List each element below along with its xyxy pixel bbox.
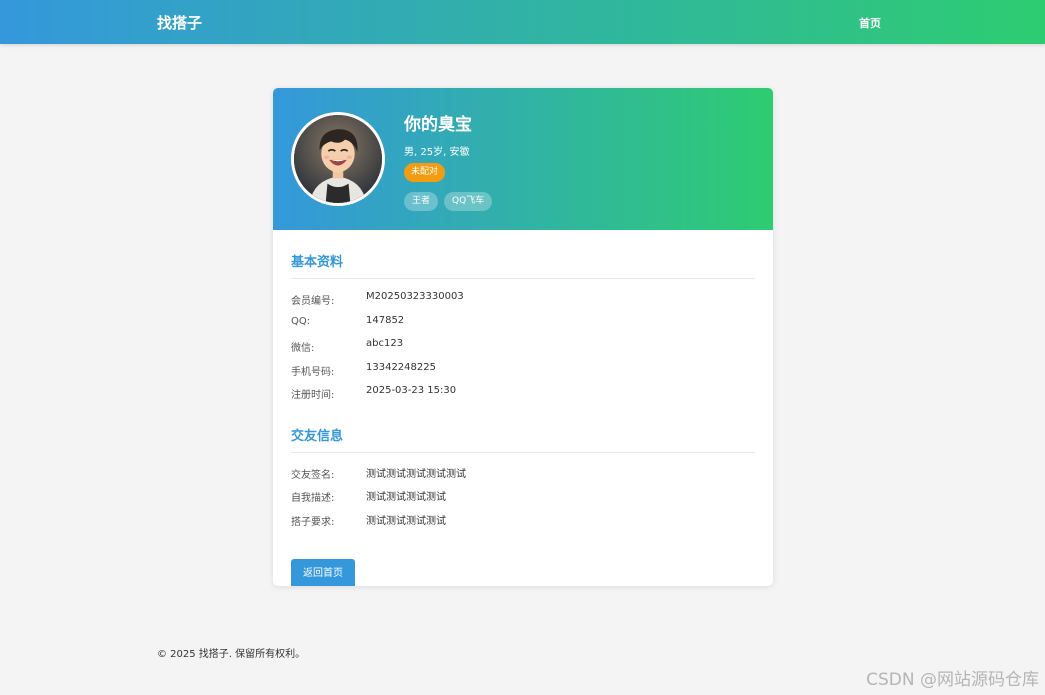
info-row-member-id: 会员编号: M20250323330003 <box>291 290 755 314</box>
profile-card: 你的臭宝 男, 25岁, 安徽 未配对 王者 QQ飞车 基本资料 会员编号: M… <box>273 88 773 586</box>
info-value: 13342248225 <box>366 361 436 373</box>
nav-home-link[interactable]: 首页 <box>859 15 881 31</box>
interest-tag: 王者 <box>404 192 439 211</box>
info-row-signature: 交友签名: 测试测试测试测试测试 <box>291 464 755 488</box>
profile-meta: 男, 25岁, 安徽 <box>404 147 470 158</box>
info-label: QQ: <box>291 315 311 327</box>
avatar <box>291 112 385 206</box>
section-title-basic: 基本资料 <box>291 251 755 279</box>
brand-logo-link[interactable]: 找搭子 <box>157 12 202 33</box>
watermark: CSDN @网站源码仓库 <box>866 670 1039 690</box>
info-label: 注册时间: <box>291 390 335 401</box>
profile-header: 你的臭宝 男, 25岁, 安徽 未配对 王者 QQ飞车 <box>273 88 773 230</box>
info-label: 手机号码: <box>291 366 335 378</box>
interest-tags: 王者 QQ飞车 <box>404 192 493 211</box>
info-row-partner-requirement: 搭子要求: 测试测试测试测试 <box>291 511 755 535</box>
info-row-register-time: 注册时间: 2025-03-23 15:30 <box>291 384 755 408</box>
profile-body: 基本资料 会员编号: M20250323330003 QQ: 147852 微信… <box>273 251 773 586</box>
info-value: abc123 <box>366 338 404 349</box>
info-value: 测试测试测试测试 <box>366 515 446 527</box>
info-value: 测试测试测试测试 <box>366 492 446 503</box>
info-value: 测试测试测试测试测试 <box>366 468 466 480</box>
info-value: 147852 <box>366 314 405 326</box>
status-badge: 未配对 <box>404 163 446 182</box>
info-value: 2025-03-23 15:30 <box>366 385 457 396</box>
info-row-self-description: 自我描述: 测试测试测试测试 <box>291 487 755 511</box>
profile-name: 你的臭宝 <box>404 115 472 135</box>
top-navbar: 找搭子 首页 <box>0 0 1045 44</box>
back-home-button[interactable]: 返回首页 <box>291 559 355 586</box>
footer-copyright: © 2025 找搭子. 保留所有权利。 <box>157 649 306 660</box>
avatar-image <box>294 115 382 203</box>
info-row-qq: QQ: 147852 <box>291 314 755 338</box>
info-value: M20250323330003 <box>366 291 464 302</box>
info-row-phone: 手机号码: 13342248225 <box>291 361 755 385</box>
section-title-social: 交友信息 <box>291 425 755 453</box>
info-row-wechat: 微信: abc123 <box>291 337 755 361</box>
interest-tag: QQ飞车 <box>444 192 493 211</box>
basic-info-list: 会员编号: M20250323330003 QQ: 147852 微信: abc… <box>291 290 755 408</box>
info-label: 微信: <box>291 343 315 354</box>
info-label: 自我描述: <box>291 493 335 504</box>
info-label: 搭子要求: <box>291 516 335 528</box>
social-info-list: 交友签名: 测试测试测试测试测试 自我描述: 测试测试测试测试 搭子要求: 测试… <box>291 464 755 535</box>
info-label: 交友签名: <box>291 469 335 481</box>
info-label: 会员编号: <box>291 296 335 307</box>
